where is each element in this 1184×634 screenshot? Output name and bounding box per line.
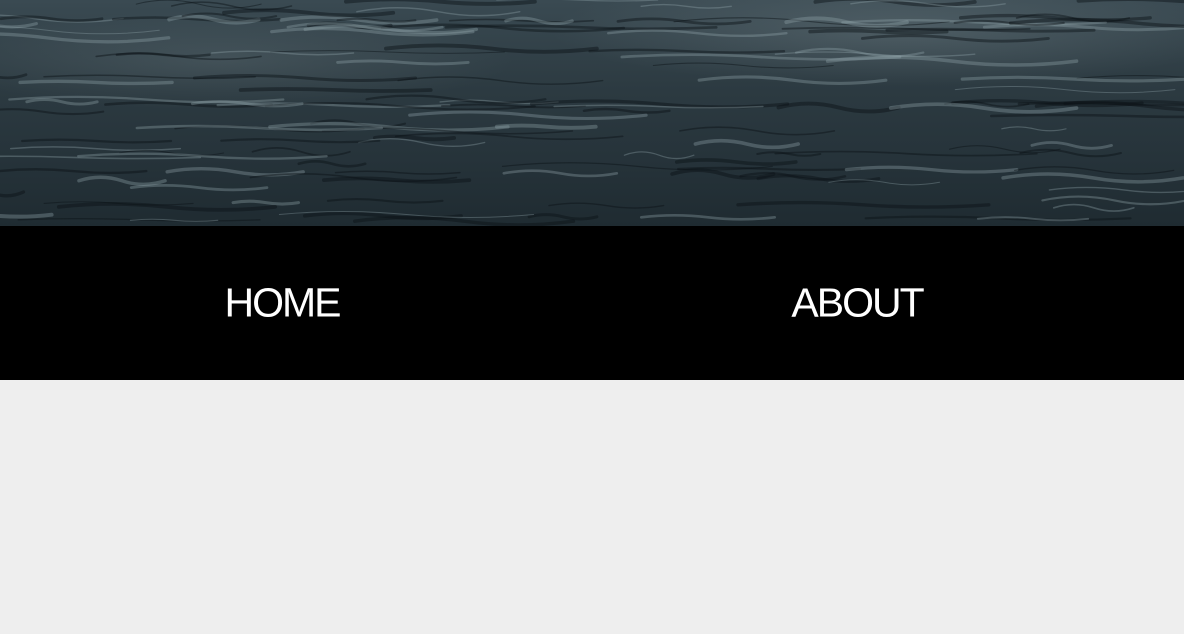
wave-stroke bbox=[220, 138, 381, 144]
wave-stroke bbox=[135, 124, 383, 132]
wave-stroke bbox=[0, 22, 38, 29]
wave-stroke bbox=[736, 200, 991, 209]
wave-stroke bbox=[1041, 195, 1184, 206]
wave-stroke bbox=[297, 160, 367, 168]
wave-stroke bbox=[397, 76, 604, 85]
wave-stroke bbox=[270, 50, 505, 54]
wave-stroke bbox=[548, 202, 665, 209]
wave-stroke bbox=[0, 32, 171, 44]
wave-stroke bbox=[167, 14, 261, 25]
wave-stroke bbox=[679, 126, 836, 136]
wave-stroke bbox=[675, 158, 798, 166]
wave-stroke bbox=[170, 1, 293, 11]
wave-stroke bbox=[18, 79, 174, 86]
wave-stroke bbox=[408, 110, 648, 121]
wave-stroke bbox=[639, 213, 777, 221]
wave-stroke bbox=[607, 29, 788, 38]
wave-stroke bbox=[0, 212, 54, 219]
wave-stroke bbox=[0, 190, 26, 198]
wave-stroke bbox=[238, 87, 433, 93]
wave-stroke bbox=[588, 48, 786, 54]
wave-stroke bbox=[1030, 141, 1113, 150]
wave-stroke bbox=[860, 34, 1050, 43]
wave-stroke bbox=[0, 168, 148, 175]
wave-stroke bbox=[693, 138, 800, 150]
wave-stroke bbox=[652, 62, 834, 69]
wave-stroke bbox=[344, 0, 537, 6]
wave-stroke bbox=[353, 215, 576, 226]
nav-link-about[interactable]: ABOUT bbox=[791, 280, 924, 327]
wave-stroke bbox=[0, 155, 202, 160]
wave-stroke bbox=[0, 108, 105, 116]
water-waves-texture bbox=[0, 0, 1184, 226]
wave-stroke bbox=[25, 98, 99, 106]
wave-stroke bbox=[0, 15, 104, 22]
wave-stroke bbox=[1001, 172, 1184, 184]
wave-stroke bbox=[954, 86, 1176, 94]
content-area bbox=[0, 380, 1184, 634]
wave-stroke bbox=[251, 147, 351, 157]
wave-stroke bbox=[844, 165, 1019, 174]
wave-stroke bbox=[776, 101, 901, 114]
wave-stroke bbox=[129, 184, 269, 192]
wave-stroke bbox=[222, 8, 396, 18]
wave-stroke bbox=[697, 75, 888, 86]
wave-stroke bbox=[365, 94, 547, 105]
wave-stroke bbox=[1001, 126, 1067, 132]
wave-stroke bbox=[1052, 203, 1135, 212]
wave-stroke bbox=[960, 75, 1184, 83]
wave-stroke bbox=[21, 138, 173, 144]
wave-stroke bbox=[9, 146, 182, 152]
wave-stroke bbox=[640, 3, 732, 9]
hero-ocean-image bbox=[0, 0, 1184, 226]
wave-stroke bbox=[582, 107, 671, 114]
wave-stroke bbox=[623, 151, 695, 160]
wave-stroke bbox=[808, 28, 949, 35]
wave-stroke bbox=[1076, 0, 1184, 4]
wave-stroke bbox=[1048, 186, 1184, 194]
wave-stroke bbox=[334, 170, 461, 175]
wave-stroke bbox=[527, 213, 599, 221]
wave-stroke bbox=[135, 0, 262, 9]
wave-stroke bbox=[0, 73, 28, 80]
main-navigation: HOME ABOUT bbox=[0, 226, 1184, 380]
wave-stroke bbox=[384, 43, 599, 54]
nav-link-home[interactable]: HOME bbox=[225, 280, 342, 327]
wave-stroke bbox=[990, 113, 1184, 119]
wave-stroke bbox=[501, 162, 773, 171]
wave-stroke bbox=[77, 175, 167, 187]
wave-stroke bbox=[231, 199, 301, 206]
wave-stroke bbox=[326, 198, 444, 204]
wave-stroke bbox=[616, 17, 752, 26]
wave-stroke bbox=[336, 59, 470, 66]
wave-stroke bbox=[95, 52, 262, 61]
wave-stroke bbox=[502, 169, 619, 178]
wave-stroke bbox=[0, 26, 160, 35]
wave-stroke bbox=[494, 123, 598, 130]
